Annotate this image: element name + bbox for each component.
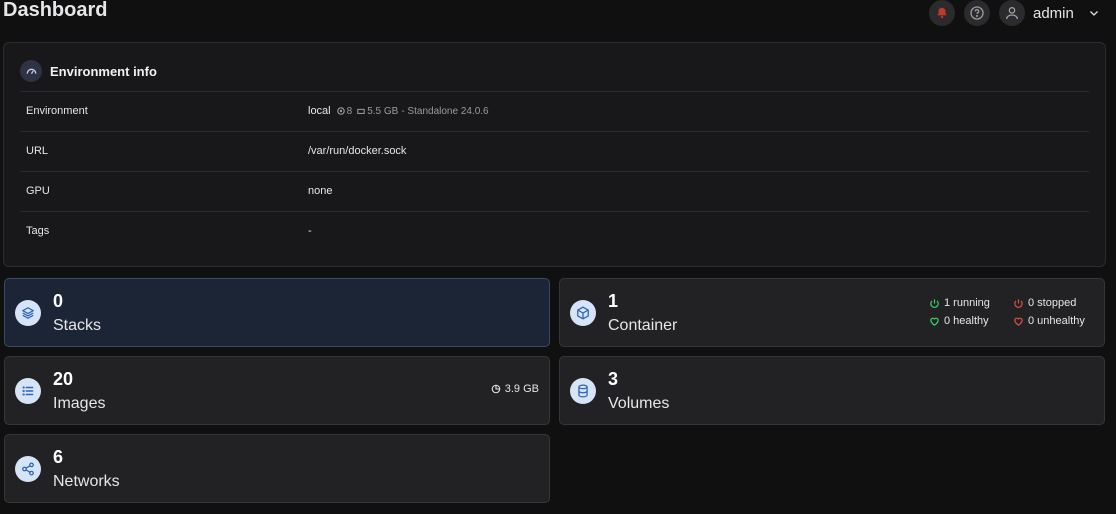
chevron-down-icon (1088, 7, 1100, 19)
running-status: 1 running (929, 297, 990, 309)
images-tile[interactable]: 20 Images 3.9 GB (4, 356, 550, 425)
stacks-label: Stacks (53, 317, 102, 334)
heart-icon (930, 317, 939, 326)
env-row-label: Tags (26, 225, 50, 237)
env-row-label: Environment (26, 105, 88, 117)
avatar (999, 0, 1025, 26)
username: admin (1033, 4, 1074, 22)
cpu-count: 8 (346, 105, 353, 117)
container-status: 1 running 0 stopped 0 healthy 0 unhealth… (929, 294, 1099, 334)
images-label: Images (53, 395, 106, 412)
box-icon (570, 300, 596, 326)
volumes-tile[interactable]: 3 Volumes (559, 356, 1105, 425)
environment-info-title: Environment info (50, 63, 157, 79)
env-row-label: GPU (26, 185, 50, 197)
environment-name: local (308, 105, 331, 117)
env-row-tags: Tags - (20, 211, 1089, 251)
share-icon (15, 456, 41, 482)
power-icon (930, 298, 939, 308)
memory-icon (357, 108, 365, 114)
cpu-icon (336, 107, 345, 115)
list-icon (15, 378, 41, 404)
env-row-value: local 8 5.5 GB - Standalone 24.0.6 (308, 105, 492, 117)
images-size: 3.9 GB (491, 383, 539, 395)
notification-button[interactable] (929, 0, 955, 26)
volumes-label: Volumes (608, 395, 670, 412)
gauge-icon (20, 60, 42, 82)
stacks-count: 0 (53, 291, 64, 311)
help-circle-icon (970, 6, 984, 20)
container-count: 1 (608, 291, 619, 311)
top-header: Dashboard admin (0, 0, 1116, 34)
env-row-gpu: GPU none (20, 171, 1089, 211)
volumes-count: 3 (608, 369, 619, 389)
page-title: Dashboard (3, 0, 108, 21)
networks-label: Networks (53, 473, 120, 490)
container-label: Container (608, 317, 678, 334)
heart-icon (1014, 317, 1023, 326)
env-row-value: - (308, 225, 312, 237)
environment-info-header: Environment info (20, 59, 157, 83)
environment-info-card: Environment info Environment local 8 5.5… (3, 42, 1106, 267)
user-menu[interactable]: admin (999, 0, 1100, 26)
environment-meta: 8 5.5 GB - Standalone 24.0.6 (336, 105, 492, 117)
user-icon (1006, 6, 1018, 20)
database-icon (570, 378, 596, 404)
networks-tile[interactable]: 6 Networks (4, 434, 550, 503)
stopped-status: 0 stopped (1013, 297, 1076, 309)
env-row-label: URL (26, 145, 49, 157)
bell-icon (937, 7, 947, 19)
env-row-environment: Environment local 8 5.5 GB - Standalone … (20, 91, 1089, 131)
memory-size: 5.5 GB (367, 105, 399, 117)
stacks-tile[interactable]: 0 Stacks (4, 278, 550, 347)
env-row-value: none (308, 185, 333, 197)
container-tile[interactable]: 1 Container 1 running 0 stopped 0 health… (559, 278, 1105, 347)
environment-details: - Standalone 24.0.6 (401, 105, 489, 117)
pie-chart-icon (491, 384, 501, 394)
healthy-status: 0 healthy (929, 315, 989, 327)
help-button[interactable] (964, 0, 990, 26)
images-count: 20 (53, 369, 74, 389)
env-row-url: URL /var/run/docker.sock (20, 131, 1089, 171)
env-row-value: /var/run/docker.sock (308, 145, 407, 157)
unhealthy-status: 0 unhealthy (1013, 315, 1085, 327)
layers-icon (15, 300, 41, 326)
networks-count: 6 (53, 447, 64, 467)
power-icon (1014, 298, 1023, 308)
